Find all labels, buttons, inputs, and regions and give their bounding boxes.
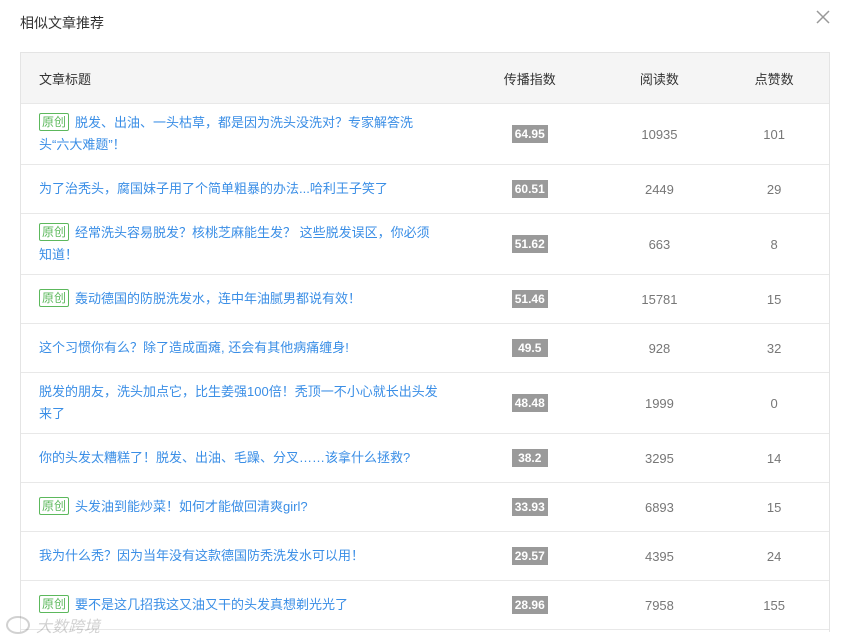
table-row: 原创 头发油到能炒菜！如何才能做回清爽girl? 33.93 6893 15 <box>21 483 829 532</box>
row-index-cell: 28.96 <box>460 596 600 614</box>
table-row: 原创 脱发、出油、一头枯草，都是因为洗头没洗对？专家解答洗头“六大难题”！ 64.9… <box>21 104 829 165</box>
row-index-cell: 64.95 <box>460 125 600 143</box>
like-count: 15 <box>766 499 782 515</box>
similar-articles-table: 文章标题 传播指数 阅读数 点赞数 原创 脱发、出油、一头枯草，都是因为洗头没洗对… <box>20 52 830 632</box>
table-row: 这个习惯你有么？除了造成面瘫, 还会有其他病痛缠身! 49.5 928 32 <box>21 324 829 373</box>
article-title-link[interactable]: 脱发、出油、一头枯草，都是因为洗头没洗对？专家解答洗头“六大难题”！ <box>39 115 413 152</box>
article-title-link[interactable]: 这个习惯你有么？除了造成面瘫, 还会有其他病痛缠身! <box>39 340 349 355</box>
row-title-cell: 原创 轰动德国的防脱洗发水，连中年油腻男都说有效！ <box>21 288 460 310</box>
watermark-text: 大数跨境 <box>36 619 101 636</box>
spread-index-badge: 60.51 <box>511 180 548 198</box>
article-title-link[interactable]: 经常洗头容易脱发？核桃芝麻能生发？ 这些脱发误区，你必须知道！ <box>39 225 430 262</box>
like-count: 8 <box>770 236 778 252</box>
table-row: 原创 要不是这几招我这又油又干的头发真想剃光光了 28.96 7958 155 <box>21 581 829 630</box>
read-count: 4395 <box>644 548 674 564</box>
table-row: 脱发的朋友，洗头加点它，比生姜强100倍！秃顶一不小心就长出头发来了 48.48 1… <box>21 373 829 434</box>
row-title-cell: 原创 头发油到能炒菜！如何才能做回清爽girl? <box>21 496 460 518</box>
article-title-link[interactable]: 你的头发太糟糕了！脱发、出油、毛躁、分叉……该拿什么拯救? <box>39 450 410 465</box>
spread-index-badge: 38.2 <box>511 449 548 467</box>
spread-index-badge: 28.96 <box>511 596 548 614</box>
table-row: 为了治秃头，腐国妹子用了个简单粗暴的办法...哈利王子笑了 60.51 2449 29 <box>21 165 829 214</box>
original-badge: 原创 <box>39 113 70 131</box>
row-index-cell: 33.93 <box>460 498 600 516</box>
header-index: 传播指数 <box>503 71 556 87</box>
read-count: 6893 <box>644 499 674 515</box>
header-read: 阅读数 <box>639 71 679 87</box>
like-count: 101 <box>763 126 785 142</box>
spread-index-badge: 29.57 <box>511 547 548 565</box>
read-count: 663 <box>648 236 671 252</box>
article-title-link[interactable]: 脱发的朋友，洗头加点它，比生姜强100倍！秃顶一不小心就长出头发来了 <box>39 384 438 421</box>
article-title-link[interactable]: 轰动德国的防脱洗发水，连中年油腻男都说有效！ <box>75 291 361 306</box>
read-count: 928 <box>648 340 671 356</box>
read-count: 3295 <box>644 450 674 466</box>
spread-index-badge: 51.46 <box>511 290 548 308</box>
row-index-cell: 49.5 <box>460 339 600 357</box>
read-count: 7958 <box>644 597 674 613</box>
like-count: 32 <box>766 340 782 356</box>
close-icon <box>816 10 830 24</box>
dialog-title: 相似文章推荐 <box>20 15 104 31</box>
table-header: 文章标题 传播指数 阅读数 点赞数 <box>21 53 829 104</box>
spread-index-badge: 64.95 <box>511 125 548 143</box>
original-badge: 原创 <box>39 223 70 241</box>
row-title-cell: 为了治秃头，腐国妹子用了个简单粗暴的办法...哈利王子笑了 <box>21 178 460 200</box>
spread-index-badge: 49.5 <box>511 339 548 357</box>
row-index-cell: 38.2 <box>460 449 600 467</box>
close-button[interactable] <box>812 6 834 28</box>
like-count: 15 <box>766 291 782 307</box>
article-title-link[interactable]: 我为什么秃？因为当年没有这款德国防秃洗发水可以用！ <box>39 548 364 563</box>
header-title: 文章标题 <box>39 71 92 87</box>
read-count: 15781 <box>641 291 678 307</box>
row-title-cell: 你的头发太糟糕了！脱发、出油、毛躁、分叉……该拿什么拯救? <box>21 447 460 469</box>
original-badge: 原创 <box>39 497 70 515</box>
row-title-cell: 原创 脱发、出油、一头枯草，都是因为洗头没洗对？专家解答洗头“六大难题”！ <box>21 112 460 156</box>
row-index-cell: 48.48 <box>460 394 600 412</box>
like-count: 14 <box>766 450 782 466</box>
like-count: 155 <box>763 597 785 613</box>
table-row: 原创 轰动德国的防脱洗发水，连中年油腻男都说有效！ 51.46 15781 15 <box>21 275 829 324</box>
spread-index-badge: 48.48 <box>511 394 548 412</box>
read-count: 1999 <box>644 395 674 411</box>
article-title-link[interactable]: 头发油到能炒菜！如何才能做回清爽girl? <box>75 499 308 514</box>
watermark-logo-icon <box>6 616 30 634</box>
original-badge: 原创 <box>39 289 70 307</box>
read-count: 2449 <box>644 181 674 197</box>
table-body: 原创 脱发、出油、一头枯草，都是因为洗头没洗对？专家解答洗头“六大难题”！ 64.9… <box>21 104 829 630</box>
spread-index-badge: 33.93 <box>511 498 548 516</box>
row-title-cell: 我为什么秃？因为当年没有这款德国防秃洗发水可以用！ <box>21 545 460 567</box>
row-index-cell: 51.46 <box>460 290 600 308</box>
article-title-link[interactable]: 为了治秃头，腐国妹子用了个简单粗暴的办法...哈利王子笑了 <box>39 181 388 196</box>
watermark: 大数跨境 <box>6 613 100 637</box>
row-title-cell: 脱发的朋友，洗头加点它，比生姜强100倍！秃顶一不小心就长出头发来了 <box>21 381 460 425</box>
row-title-cell: 这个习惯你有么？除了造成面瘫, 还会有其他病痛缠身! <box>21 337 460 359</box>
like-count: 24 <box>766 548 782 564</box>
row-title-cell: 原创 经常洗头容易脱发？核桃芝麻能生发？ 这些脱发误区，你必须知道！ <box>21 222 460 266</box>
article-title-link[interactable]: 要不是这几招我这又油又干的头发真想剃光光了 <box>75 597 348 612</box>
spread-index-badge: 51.62 <box>511 235 548 253</box>
row-index-cell: 51.62 <box>460 235 600 253</box>
row-index-cell: 60.51 <box>460 180 600 198</box>
table-row: 你的头发太糟糕了！脱发、出油、毛躁、分叉……该拿什么拯救? 38.2 3295 14 <box>21 434 829 483</box>
read-count: 10935 <box>641 126 678 142</box>
header-like: 点赞数 <box>754 71 794 87</box>
table-row: 我为什么秃？因为当年没有这款德国防秃洗发水可以用！ 29.57 4395 24 <box>21 532 829 581</box>
row-index-cell: 29.57 <box>460 547 600 565</box>
like-count: 29 <box>766 181 782 197</box>
like-count: 0 <box>770 395 778 411</box>
table-row: 原创 经常洗头容易脱发？核桃芝麻能生发？ 这些脱发误区，你必须知道！ 51.62 66… <box>21 214 829 275</box>
original-badge: 原创 <box>39 595 70 613</box>
